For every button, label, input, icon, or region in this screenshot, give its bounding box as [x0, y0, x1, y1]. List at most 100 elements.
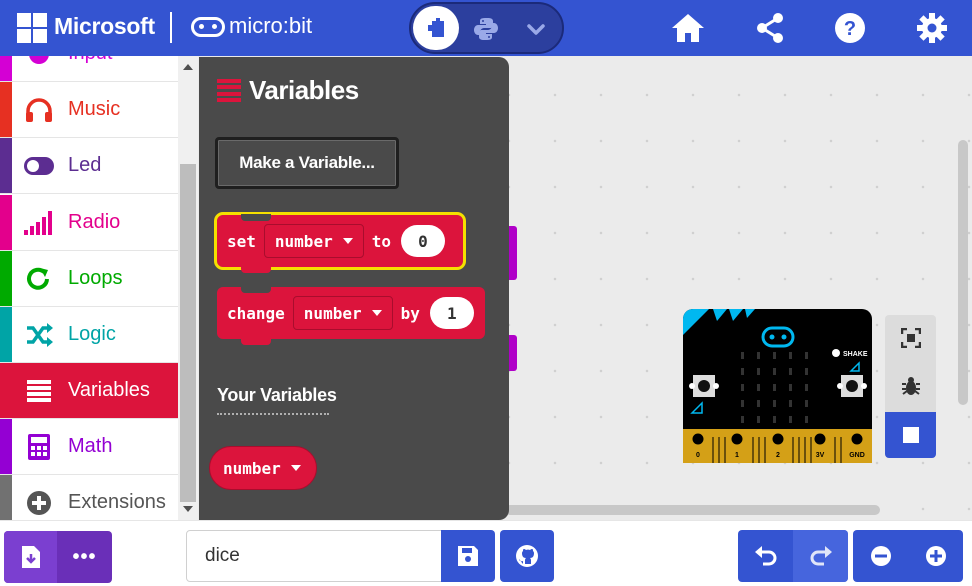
undo-button[interactable]	[738, 530, 793, 582]
variable-dropdown-label: number	[274, 231, 333, 251]
variable-dropdown[interactable]: number	[292, 296, 393, 330]
zoom-in-icon	[925, 546, 946, 566]
fullscreen-button[interactable]	[885, 315, 936, 361]
scroll-up-arrow-icon[interactable]	[183, 64, 193, 70]
microbit-logo-icon	[191, 17, 225, 37]
toggle-icon	[24, 151, 54, 181]
github-icon	[516, 545, 538, 567]
toolbox-item-extensions[interactable]: Extensions	[0, 475, 178, 520]
home-icon	[672, 14, 704, 42]
workspace-block-edge[interactable]	[509, 335, 517, 371]
variable-reporter-block[interactable]: number	[209, 446, 317, 490]
settings-button[interactable]	[913, 10, 951, 46]
shake-button[interactable]	[832, 349, 840, 357]
block-notch	[241, 286, 271, 293]
download-file-icon	[21, 546, 40, 568]
zoom-group	[853, 530, 963, 582]
simulator-controls	[885, 315, 936, 458]
svg-text:?: ?	[844, 18, 856, 40]
download-button[interactable]	[4, 531, 57, 583]
pin-label: 3V	[816, 452, 825, 459]
list-icon	[217, 78, 241, 103]
category-color-bar	[0, 307, 12, 362]
undo-redo-group	[738, 530, 848, 582]
category-color-bar	[0, 56, 12, 81]
toolbox-item-label: Input	[68, 56, 112, 65]
pin-label: GND	[849, 452, 865, 459]
make-variable-button[interactable]: Make a Variable...	[215, 137, 399, 189]
save-button[interactable]	[441, 530, 495, 582]
app-header: Microsoft micro:bit ?	[0, 0, 972, 56]
toolbox-item-radio[interactable]: Radio	[0, 195, 178, 251]
block-tab	[241, 266, 271, 273]
workspace-horizontal-scrollbar[interactable]	[505, 505, 880, 515]
scroll-down-arrow-icon[interactable]	[183, 506, 193, 512]
scrollbar-thumb[interactable]	[180, 164, 196, 502]
microsoft-brand-label: Microsoft	[54, 13, 155, 39]
shake-label: SHAKE	[843, 351, 868, 358]
editor-toggle	[409, 2, 564, 54]
flyout-title-label: Variables	[249, 75, 359, 105]
more-options-button[interactable]: •••	[57, 531, 112, 583]
brand-divider	[170, 12, 172, 43]
workspace-block-edge[interactable]	[509, 226, 517, 280]
your-variables-heading: Your Variables	[217, 385, 337, 405]
python-icon	[474, 18, 498, 40]
redo-button[interactable]	[793, 530, 848, 582]
toolbox-scrollbar[interactable]	[178, 56, 198, 520]
stop-simulator-button[interactable]	[885, 412, 936, 458]
headphones-icon	[24, 95, 54, 125]
change-variable-block[interactable]: change number by 1	[217, 286, 485, 345]
pin-label: 0	[696, 452, 700, 459]
plus-circle-icon	[24, 488, 54, 518]
home-button[interactable]	[669, 10, 707, 46]
project-name-input[interactable]	[186, 530, 442, 582]
pin-gnd[interactable]: GND	[848, 430, 866, 459]
block-keyword: change	[227, 303, 285, 323]
toolbox-item-input[interactable]: Input	[0, 56, 178, 82]
number-input[interactable]: 1	[429, 297, 474, 329]
workspace-vertical-scrollbar[interactable]	[958, 140, 968, 405]
toolbox-item-variables[interactable]: Variables	[0, 363, 178, 419]
set-variable-block[interactable]: set number to 0	[214, 212, 466, 273]
toolbox-item-label: Math	[68, 435, 113, 457]
button-a[interactable]	[689, 375, 719, 397]
number-input[interactable]: 0	[400, 225, 445, 257]
microsoft-logo-icon	[17, 13, 47, 43]
language-dropdown-button[interactable]	[523, 16, 549, 42]
variable-reporter-label: number	[223, 458, 281, 478]
caret-down-icon	[371, 310, 382, 316]
calculator-icon	[24, 432, 54, 462]
debug-button[interactable]	[885, 363, 936, 409]
toolbox-item-label: Variables	[68, 379, 150, 401]
block-connector: by	[400, 303, 420, 323]
help-icon: ?	[835, 13, 865, 43]
toolbox-item-label: Extensions	[68, 491, 166, 513]
save-icon	[458, 546, 478, 566]
toolbox-item-loops[interactable]: Loops	[0, 251, 178, 307]
toolbox-item-music[interactable]: Music	[0, 82, 178, 138]
button-b[interactable]	[837, 375, 867, 397]
zoom-out-button[interactable]	[853, 530, 908, 582]
flyout-title: Variables	[217, 75, 359, 106]
zoom-in-button[interactable]	[908, 530, 963, 582]
python-editor-button[interactable]	[473, 16, 499, 42]
toolbox-item-led[interactable]: Led	[0, 138, 178, 194]
shuffle-icon	[24, 320, 54, 350]
blocks-editor-button[interactable]	[413, 6, 459, 50]
category-color-bar	[0, 251, 12, 306]
category-color-bar	[0, 475, 12, 520]
category-color-bar	[0, 419, 12, 474]
stop-icon	[902, 427, 919, 443]
caret-down-icon	[342, 238, 353, 244]
variable-dropdown[interactable]: number	[263, 224, 364, 258]
microbit-simulator[interactable]: SHAKE 0 1 2 3V GND	[683, 309, 872, 463]
toolbox-item-math[interactable]: Math	[0, 419, 178, 475]
share-button[interactable]	[751, 10, 789, 46]
toolbox-item-logic[interactable]: Logic	[0, 307, 178, 363]
microbit-brand-label[interactable]: micro:bit	[229, 13, 312, 39]
share-icon	[757, 13, 783, 43]
help-button[interactable]: ?	[831, 10, 869, 46]
github-button[interactable]	[500, 530, 554, 582]
fullscreen-icon	[900, 328, 921, 348]
